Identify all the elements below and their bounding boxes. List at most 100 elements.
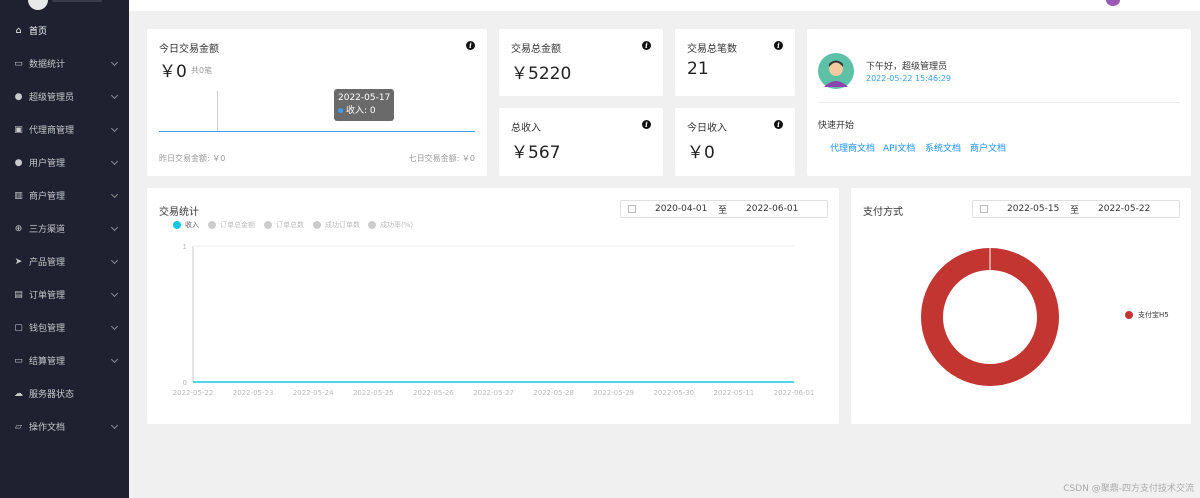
welcome-card: 下午好，超级管理员 2022-05-22 15:46:29 快速开始 代理商文档… xyxy=(807,29,1191,176)
calendar-icon xyxy=(980,205,988,213)
x-tick-label: 2022-05-25 xyxy=(353,389,394,397)
top-bar xyxy=(129,0,1200,11)
sidebar-item-label: 订单管理 xyxy=(29,291,66,301)
chevron-down-icon xyxy=(110,58,119,67)
logo-text xyxy=(52,0,102,2)
pay-date-range[interactable]: 2022-05-15 至 2022-05-22 xyxy=(972,200,1180,218)
x-tick-label: 2022-05-28 xyxy=(533,389,574,397)
pay-legend-label: 支付宝H5 xyxy=(1138,311,1169,319)
sidebar-item[interactable]: ▱ 操作文档 xyxy=(0,410,129,443)
sidebar-item[interactable]: ⌂ 首页 xyxy=(0,14,129,47)
tooltip-dot xyxy=(338,108,343,113)
today-count: 共0笔 xyxy=(191,66,213,75)
sidebar-item[interactable]: ● 超级管理员 xyxy=(0,80,129,113)
tooltip-value: 收入: 0 xyxy=(346,106,376,116)
week-amount: 七日交易金额: ￥0 xyxy=(408,154,475,163)
admin-avatar xyxy=(818,53,854,89)
x-tick-label: 2022-05-26 xyxy=(413,389,454,397)
total-count-title: 交易总笔数 xyxy=(687,44,737,55)
chevron-down-icon xyxy=(110,91,119,100)
yesterday-amount: 昨日交易金额: ￥0 xyxy=(159,154,226,163)
sidebar-item-label: 钱包管理 xyxy=(29,324,66,334)
chevron-down-icon xyxy=(110,124,119,133)
info-icon[interactable]: i xyxy=(466,41,475,50)
shop-icon: ▥ xyxy=(14,190,23,201)
sidebar-item-label: 三方渠道 xyxy=(29,225,66,235)
wallet-icon: ▢ xyxy=(14,322,23,333)
sidebar-item[interactable]: ▢ 钱包管理 xyxy=(0,311,129,344)
sidebar-item-label: 结算管理 xyxy=(29,357,66,367)
card-icon: ▭ xyxy=(14,355,23,366)
sidebar-item-label: 商户管理 xyxy=(29,192,66,202)
info-icon[interactable]: i xyxy=(774,120,783,129)
divider xyxy=(818,102,1180,103)
y-tick-label: 1 xyxy=(183,243,187,251)
sidebar-item-label: 首页 xyxy=(29,27,48,37)
sidebar-item-label: 数据统计 xyxy=(29,60,66,70)
sidebar-item[interactable]: ● 用户管理 xyxy=(0,146,129,179)
sidebar-item-label: 用户管理 xyxy=(29,159,66,169)
sidebar-item[interactable]: ▥ 商户管理 xyxy=(0,179,129,212)
sidebar-item[interactable]: ▤ 订单管理 xyxy=(0,278,129,311)
total-income-card: 总收入 i ￥567 xyxy=(499,108,663,176)
info-icon[interactable]: i xyxy=(642,120,651,129)
greeting: 下午好，超级管理员 xyxy=(866,62,948,72)
today-tooltip: 2022-05-17 收入: 0 xyxy=(334,89,395,121)
today-income-title: 今日收入 xyxy=(687,123,727,134)
sidebar-item[interactable]: ▭ 结算管理 xyxy=(0,344,129,377)
current-time: 2022-05-22 15:46:29 xyxy=(866,74,951,83)
x-tick-label: 2022-05-11 xyxy=(714,389,755,397)
quick-start-title: 快速开始 xyxy=(818,121,855,131)
sidebar-item-label: 服务器状态 xyxy=(29,390,75,400)
tooltip-date: 2022-05-17 xyxy=(338,93,391,103)
x-tick-label: 2022-05-22 xyxy=(173,389,214,397)
user-avatar[interactable] xyxy=(1106,0,1120,6)
total-income-title: 总收入 xyxy=(511,123,541,134)
sidebar-item[interactable]: ⊕ 三方渠道 xyxy=(0,212,129,245)
donut-slice-alipay-h5[interactable] xyxy=(921,248,1059,386)
pay-method-card: 支付方式 2022-05-15 至 2022-05-22 支付宝H5 xyxy=(851,188,1191,424)
sidebar-item[interactable]: ▭ 数据统计 xyxy=(0,47,129,80)
chevron-down-icon xyxy=(110,157,119,166)
chevron-down-icon xyxy=(110,421,119,430)
x-tick-label: 2022-05-24 xyxy=(293,389,334,397)
info-icon[interactable]: i xyxy=(642,41,651,50)
today-sparkline xyxy=(159,131,475,132)
send-icon: ➤ xyxy=(14,256,23,267)
sidebar-item-label: 产品管理 xyxy=(29,258,66,268)
api-doc-link[interactable]: API文档 xyxy=(883,141,915,154)
pay-date-start: 2022-05-15 xyxy=(1007,204,1060,214)
logo xyxy=(0,0,129,14)
today-amount-value: ￥0 xyxy=(159,62,187,82)
x-tick-label: 2022-05-27 xyxy=(473,389,514,397)
x-tick-label: 2022-05-29 xyxy=(593,389,634,397)
pay-date-sep: 至 xyxy=(1070,205,1080,216)
total-count-value: 21 xyxy=(687,59,709,79)
briefcase-icon: ▣ xyxy=(14,124,23,135)
today-amount-title: 今日交易金额 xyxy=(159,44,219,55)
system-doc-link[interactable]: 系统文档 xyxy=(925,141,961,154)
chevron-down-icon xyxy=(110,190,119,199)
sidebar-item-label: 操作文档 xyxy=(29,423,66,433)
x-tick-label: 2022-06-01 xyxy=(774,389,815,397)
x-tick-label: 2022-05-23 xyxy=(233,389,274,397)
sidebar-item-label: 超级管理员 xyxy=(29,93,75,103)
chevron-down-icon xyxy=(110,256,119,265)
sidebar-item[interactable]: ▣ 代理商管理 xyxy=(0,113,129,146)
sidebar-item[interactable]: ☁ 服务器状态 xyxy=(0,377,129,410)
total-amount-value: ￥5220 xyxy=(511,64,572,84)
merchant-doc-link[interactable]: 商户文档 xyxy=(970,141,1006,154)
legend-dot xyxy=(1125,311,1133,319)
trade-chart-card: 交易统计 2020-04-01 至 2022-06-01 收入 订单总金额 订单总数… xyxy=(147,188,839,424)
agent-doc-link[interactable]: 代理商文档 xyxy=(830,141,875,154)
sidebar: ⌂ 首页 ▭ 数据统计 ● 超级管理员 ▣ 代理商管理 ● 用户管理 ▥ 商户管理 ⊕ 三方渠道 ➤ 产品管理… xyxy=(0,0,129,498)
pay-date-end: 2022-05-22 xyxy=(1098,204,1151,214)
pay-method-title: 支付方式 xyxy=(863,207,903,218)
y-tick-label: 0 xyxy=(183,379,187,387)
home-icon: ⌂ xyxy=(15,25,22,36)
chevron-down-icon xyxy=(110,355,119,364)
pay-legend[interactable]: 支付宝H5 xyxy=(1125,310,1169,320)
sidebar-item[interactable]: ➤ 产品管理 xyxy=(0,245,129,278)
info-icon[interactable]: i xyxy=(774,41,783,50)
trade-line-chart: 0 1 2022-05-22 2022-05-23 2022-05-24 2022-05-… xyxy=(173,243,815,397)
